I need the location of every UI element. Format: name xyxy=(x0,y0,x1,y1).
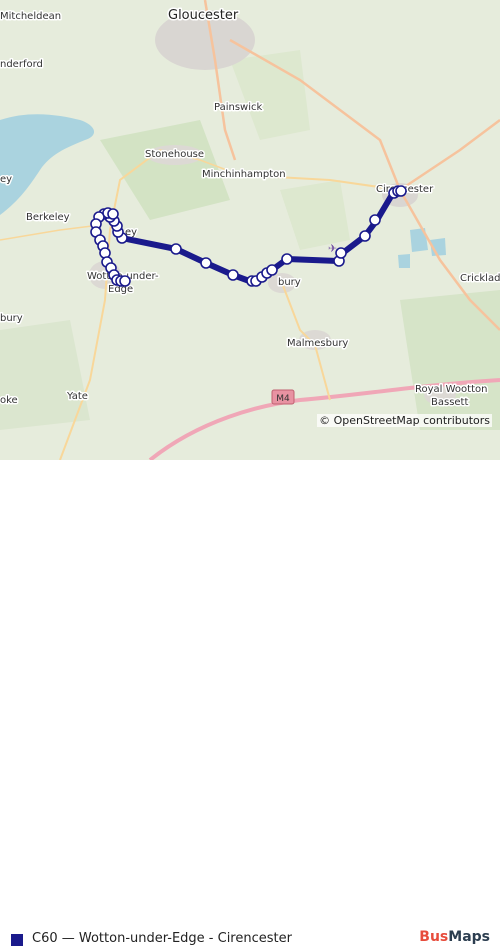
bus-stop-marker[interactable] xyxy=(335,247,347,259)
bus-stop-marker[interactable] xyxy=(266,264,278,276)
place-label-royal-wootton: Royal Wootton xyxy=(415,384,487,395)
bus-stop-marker[interactable] xyxy=(170,243,182,255)
place-label-bassett: Bassett xyxy=(431,397,468,408)
brand-part-2: Maps xyxy=(448,929,490,945)
place-label-stonehouse: Stonehouse xyxy=(145,149,204,160)
place-label-gloucester: Gloucester xyxy=(168,8,239,23)
bus-stop-marker[interactable] xyxy=(369,214,381,226)
bus-stop-marker[interactable] xyxy=(359,230,371,242)
bus-stop-marker[interactable] xyxy=(281,253,293,265)
busmaps-logo[interactable]: BusMaps xyxy=(419,929,490,945)
cotswold-water-park-lake xyxy=(410,228,428,252)
place-label-malmesbury: Malmesbury xyxy=(287,338,348,349)
place-label-nderford: nderford xyxy=(0,59,43,70)
place-label-painswick: Painswick xyxy=(214,102,262,113)
place-label-bury: bury xyxy=(0,313,23,324)
place-label-yate: Yate xyxy=(66,391,88,402)
bus-stop-marker[interactable] xyxy=(395,185,407,197)
route-color-swatch xyxy=(11,934,23,946)
place-label-mitcheldean: Mitcheldean xyxy=(0,11,61,22)
place-label-oke: oke xyxy=(0,395,18,406)
map-attribution[interactable]: © OpenStreetMap contributors xyxy=(317,414,492,427)
place-label-minchinhampton: Minchinhampton xyxy=(202,169,286,180)
bus-stop-marker[interactable] xyxy=(119,275,131,287)
cotswold-water-park-lake xyxy=(398,254,410,268)
place-label-berkeley: Berkeley xyxy=(26,212,70,223)
map-canvas[interactable]: M4 Mitcheldean Gloucester nderford Pains… xyxy=(0,0,500,460)
m4-shield-label: M4 xyxy=(276,394,290,404)
map-svg: M4 Mitcheldean Gloucester nderford Pains… xyxy=(0,0,500,460)
place-label-cricklade: Cricklade xyxy=(460,273,500,284)
route-label: C60 — Wotton-under-Edge - Cirencester xyxy=(32,931,292,946)
legend-footer: C60 — Wotton-under-Edge - Cirencester Bu… xyxy=(0,460,500,946)
bus-stop-marker[interactable] xyxy=(200,257,212,269)
bus-stop-marker[interactable] xyxy=(107,208,119,220)
brand-part-1: Bus xyxy=(419,929,449,945)
bus-stop-marker[interactable] xyxy=(227,269,239,281)
place-label-ey: ey xyxy=(0,174,12,185)
place-label-tetbury: bury xyxy=(278,277,301,288)
